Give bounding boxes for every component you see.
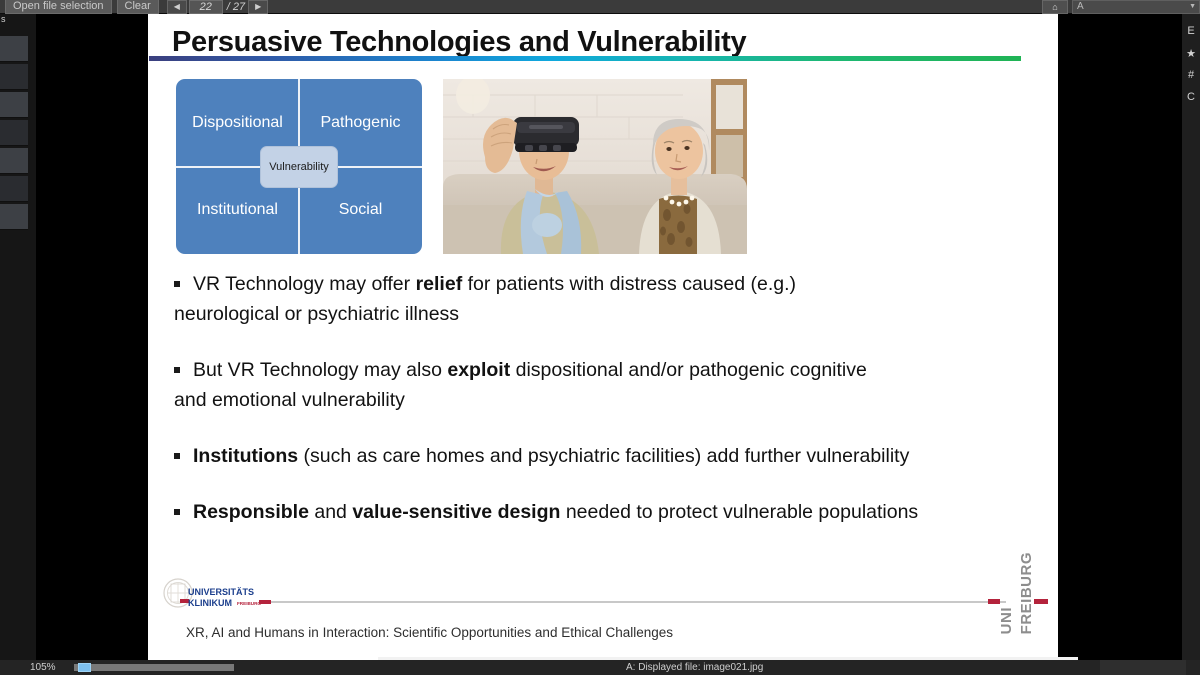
bullet-item: Responsible and value-sensitive design n… bbox=[160, 497, 1050, 527]
bullet-text-post: needed to protect vulnerable populations bbox=[560, 501, 919, 523]
home-icon[interactable]: ⌂ bbox=[1042, 0, 1068, 14]
bullet-text-bold: Responsible bbox=[193, 501, 309, 523]
thumbnail-item[interactable] bbox=[0, 36, 28, 62]
bullet-line-1: Responsible and value-sensitive design n… bbox=[160, 497, 1050, 527]
svg-text:KLINIKUM: KLINIKUM bbox=[188, 598, 232, 608]
rail-label: s bbox=[1, 14, 6, 24]
bullet-list: VR Technology may offer relief for patie… bbox=[160, 269, 1050, 553]
bullet-marker-icon bbox=[174, 509, 180, 515]
application-window: Open file selection Clear ◀ 22 / 27 ▶ ⌂ … bbox=[0, 0, 1200, 675]
uni-logo-dash-right bbox=[1034, 599, 1048, 604]
page-title: Persuasive Technologies and Vulnerabilit… bbox=[172, 26, 747, 58]
bullet-line-1: VR Technology may offer relief for patie… bbox=[160, 269, 1050, 299]
vr-couple-photo-illustration bbox=[443, 79, 747, 254]
clear-button[interactable]: Clear bbox=[116, 0, 159, 14]
bullet-line-2: and emotional vulnerability bbox=[174, 389, 405, 411]
vulnerability-matrix: Dispositional Pathogenic Institutional S… bbox=[176, 79, 422, 254]
bullet-line-1: Institutions (such as care homes and psy… bbox=[160, 441, 1050, 471]
uniklinik-freiburg-logo: UNIVERSITÄTS KLINIKUM FREIBURG bbox=[158, 578, 288, 612]
bullet-line-1: But VR Technology may also exploit dispo… bbox=[160, 355, 1050, 385]
footer-divider bbox=[266, 601, 1006, 603]
uni-logo-dash-left bbox=[988, 599, 1000, 604]
bullet-text-post: (such as care homes and psychiatric faci… bbox=[298, 445, 910, 467]
bullet-text-bold: relief bbox=[415, 273, 463, 295]
thumbnail-rail[interactable]: s bbox=[0, 14, 36, 660]
bullet-text-mid: and bbox=[308, 501, 353, 523]
status-right-panel bbox=[1100, 660, 1186, 675]
zoom-slider-handle[interactable] bbox=[78, 663, 91, 672]
svg-text:UNIVERSITÄTS: UNIVERSITÄTS bbox=[188, 587, 254, 597]
bullet-marker-icon bbox=[174, 453, 180, 459]
uniklinik-logo-graphic: UNIVERSITÄTS KLINIKUM FREIBURG bbox=[163, 578, 271, 608]
thumbnail-item[interactable] bbox=[0, 92, 28, 118]
vr-couple-photo bbox=[443, 79, 747, 254]
zoom-level-label: 105% bbox=[30, 662, 56, 673]
chevron-down-icon: ▼ bbox=[1189, 3, 1196, 10]
bullet-text-pre: But VR Technology may also bbox=[193, 359, 448, 381]
svg-text:FREIBURG: FREIBURG bbox=[237, 601, 261, 606]
bullet-text-bold: Institutions bbox=[193, 445, 299, 467]
status-bar: 105% A: Displayed file: image021.jpg bbox=[0, 660, 1200, 675]
bullet-item: But VR Technology may also exploit dispo… bbox=[160, 355, 1050, 415]
uni-logo-word-freiburg: FREIBURG bbox=[1018, 551, 1035, 634]
thumbnail-item[interactable] bbox=[0, 64, 28, 90]
uni-freiburg-logo: UNI FREIBURG bbox=[988, 550, 1048, 634]
star-icon[interactable]: ★ bbox=[1182, 42, 1200, 64]
annotation-field-value: A bbox=[1077, 1, 1084, 12]
thumbnail-item[interactable] bbox=[0, 120, 28, 146]
bullet-text-pre: VR Technology may offer bbox=[193, 273, 416, 295]
annotation-field[interactable]: A ▼ bbox=[1072, 0, 1200, 14]
status-message: A: Displayed file: image021.jpg bbox=[626, 662, 764, 673]
right-tool-rail: E ★ # C bbox=[1182, 14, 1200, 660]
thumbnail-item[interactable] bbox=[0, 176, 28, 202]
bullet-item: VR Technology may offer relief for patie… bbox=[160, 269, 1050, 329]
zoom-slider[interactable] bbox=[74, 663, 234, 672]
list-icon[interactable]: E bbox=[1182, 20, 1200, 42]
previous-page-button[interactable]: ◀ bbox=[166, 0, 187, 14]
next-page-button[interactable]: ▶ bbox=[248, 0, 269, 14]
bullet-item: Institutions (such as care homes and psy… bbox=[160, 441, 1050, 471]
bullet-marker-icon bbox=[174, 367, 180, 373]
bullet-text-bold-2: value-sensitive design bbox=[352, 501, 561, 523]
matrix-center-label: Vulnerability bbox=[260, 145, 338, 188]
bullet-text-post: dispositional and/or pathogenic cognitiv… bbox=[510, 359, 867, 381]
page-number-input[interactable]: 22 bbox=[188, 0, 223, 14]
open-file-selection-button[interactable]: Open file selection bbox=[5, 0, 112, 14]
bullet-text-post: for patients with distress caused (e.g.) bbox=[462, 273, 797, 295]
footer-caption: XR, AI and Humans in Interaction: Scient… bbox=[186, 625, 674, 640]
bullet-line-2: neurological or psychiatric illness bbox=[174, 303, 460, 325]
bullet-text-bold: exploit bbox=[447, 359, 511, 381]
uni-logo-word-uni: UNI bbox=[998, 606, 1015, 634]
bullet-marker-icon bbox=[174, 281, 180, 287]
thumbnail-item[interactable] bbox=[0, 148, 28, 174]
total-pages-label: / 27 bbox=[226, 0, 246, 13]
title-divider bbox=[149, 56, 1021, 61]
thumbnail-item[interactable] bbox=[0, 204, 28, 230]
slide: Persuasive Technologies and Vulnerabilit… bbox=[148, 14, 1058, 660]
grid-icon[interactable]: # bbox=[1182, 64, 1200, 86]
top-toolbar: Open file selection Clear ◀ 22 / 27 ▶ ⌂ … bbox=[0, 0, 1200, 14]
circle-icon[interactable]: C bbox=[1182, 86, 1200, 108]
